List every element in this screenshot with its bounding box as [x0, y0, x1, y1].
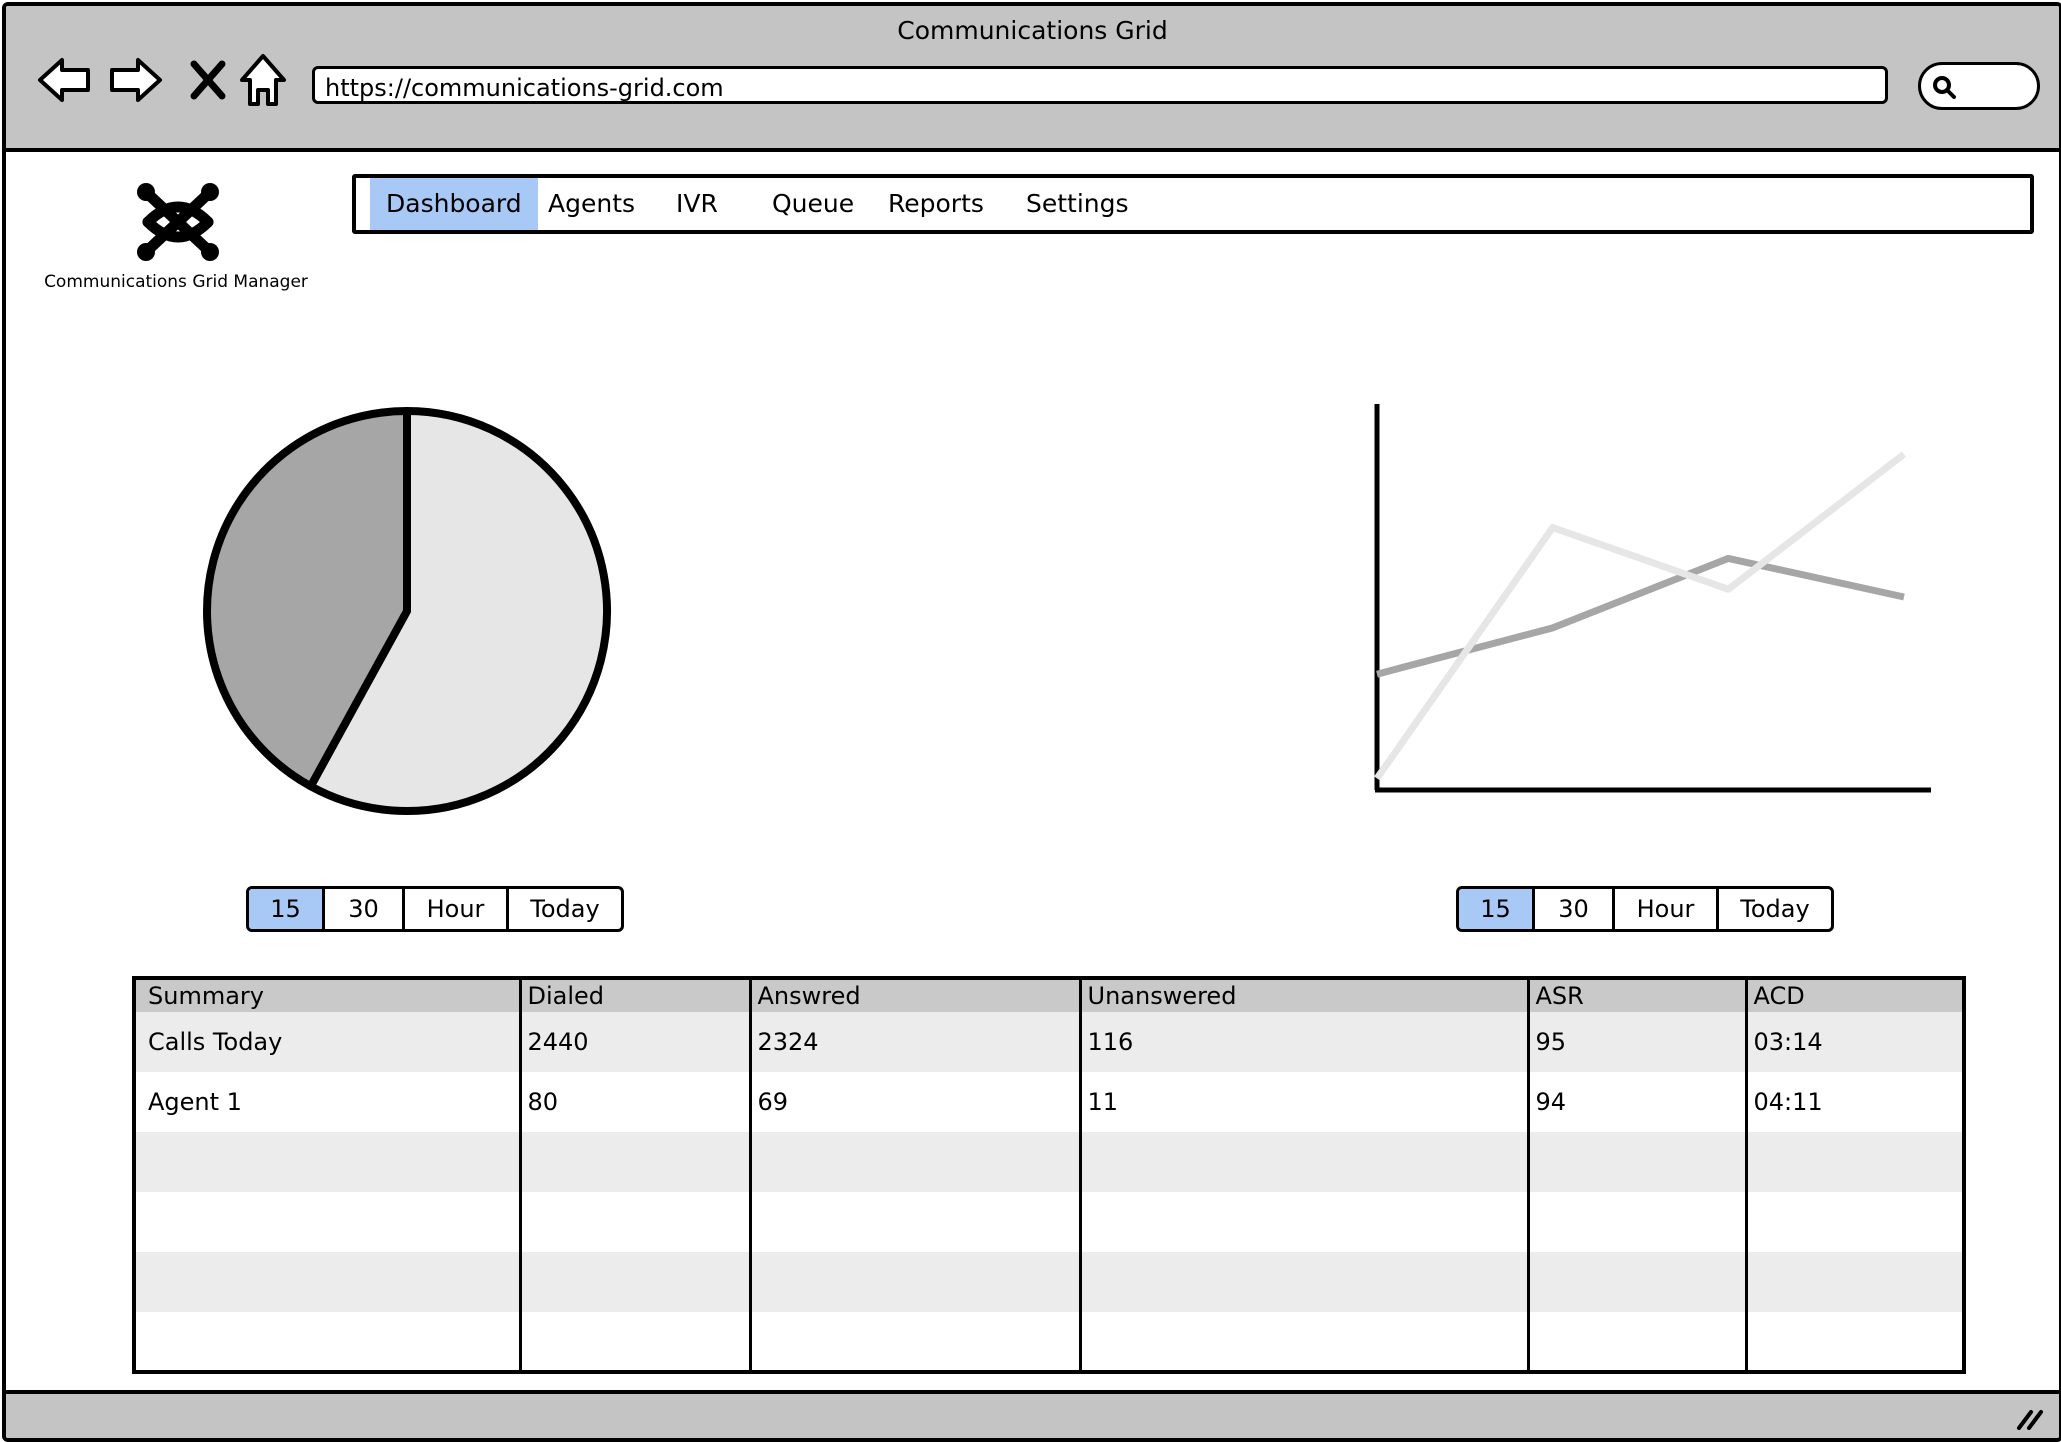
- pie-chart: [192, 396, 622, 830]
- table-cell: Calls Today: [148, 1028, 283, 1056]
- browser-statusbar: [6, 1390, 2059, 1438]
- range-hour-button[interactable]: Hour: [1615, 889, 1719, 929]
- summary-table: Summary Dialed Answred Unanswered ASR AC…: [132, 976, 1966, 1374]
- menu-item-agents[interactable]: Agents: [532, 178, 651, 230]
- line-series: [1376, 554, 1905, 678]
- table-header-row: Summary Dialed Answred Unanswered ASR AC…: [134, 978, 1964, 1012]
- menu-item-settings[interactable]: Settings: [1010, 178, 1145, 230]
- table-cell: [134, 1132, 520, 1192]
- range-30-button[interactable]: 30: [325, 889, 405, 929]
- browser-search-box[interactable]: [1918, 62, 2040, 110]
- table-cell: 94: [1526, 1072, 1746, 1132]
- table-cell: [518, 1252, 750, 1312]
- table-cell: 2440: [518, 1012, 750, 1072]
- browser-titlebar: Communications Grid https://communicatio…: [6, 6, 2059, 152]
- table-cell: 95: [1526, 1012, 1746, 1072]
- time-range-selector-left: 15 30 Hour Today: [246, 886, 624, 932]
- table-cell: Agent 1: [148, 1088, 242, 1116]
- table-cell: [1078, 1252, 1528, 1312]
- table-cell: [1078, 1132, 1528, 1192]
- app-logo-icon: [134, 178, 224, 270]
- main-menu: Dashboard Agents IVR Queue Reports Setti…: [352, 174, 2034, 234]
- url-bar[interactable]: https://communications-grid.com: [312, 66, 1888, 104]
- range-today-button[interactable]: Today: [509, 889, 621, 929]
- menu-item-reports[interactable]: Reports: [872, 178, 1000, 230]
- table-cell: 116: [1078, 1012, 1528, 1072]
- column-header-acd: ACD: [1744, 978, 1964, 1012]
- menu-item-queue[interactable]: Queue: [756, 178, 870, 230]
- table-row[interactable]: [134, 1192, 1964, 1252]
- table-cell: 2324: [748, 1012, 1080, 1072]
- table-cell: [1078, 1312, 1528, 1372]
- forward-arrow-icon[interactable]: [106, 52, 166, 108]
- table-cell: [1526, 1252, 1746, 1312]
- window-title: Communications Grid: [897, 16, 1168, 45]
- table-row[interactable]: [134, 1252, 1964, 1312]
- table-row[interactable]: [134, 1312, 1964, 1372]
- table-cell: [1078, 1192, 1528, 1252]
- range-today-button[interactable]: Today: [1719, 889, 1831, 929]
- table-cell: [134, 1312, 520, 1372]
- column-header-asr: ASR: [1526, 978, 1746, 1012]
- table-cell: [518, 1132, 750, 1192]
- browser-window: Communications Grid https://communicatio…: [2, 2, 2061, 1442]
- range-15-button[interactable]: 15: [249, 889, 325, 929]
- table-row[interactable]: [134, 1132, 1964, 1192]
- column-header-unanswered: Unanswered: [1078, 978, 1528, 1012]
- range-15-button[interactable]: 15: [1459, 889, 1535, 929]
- table-cell: [134, 1252, 520, 1312]
- table-cell: [1744, 1132, 1964, 1192]
- time-range-selector-right: 15 30 Hour Today: [1456, 886, 1834, 932]
- close-icon[interactable]: [186, 52, 230, 108]
- table-cell: [748, 1132, 1080, 1192]
- table-cell: [1744, 1192, 1964, 1252]
- table-cell: 11: [1078, 1072, 1528, 1132]
- table-cell: 80: [518, 1072, 750, 1132]
- table-cell: 69: [748, 1072, 1080, 1132]
- table-cell: [748, 1192, 1080, 1252]
- table-row[interactable]: Calls Today 2440 2324 116 95 03:14: [134, 1012, 1964, 1072]
- menu-item-ivr[interactable]: IVR: [660, 178, 734, 230]
- table-cell: 04:11: [1744, 1072, 1964, 1132]
- range-hour-button[interactable]: Hour: [405, 889, 509, 929]
- column-header-answered: Answred: [748, 978, 1080, 1012]
- app-caption: Communications Grid Manager: [44, 272, 308, 292]
- table-row[interactable]: Agent 1 80 69 11 94 04:11: [134, 1072, 1964, 1132]
- search-icon: [1933, 76, 1956, 99]
- back-arrow-icon[interactable]: [34, 52, 94, 108]
- table-cell: [1744, 1312, 1964, 1372]
- range-30-button[interactable]: 30: [1535, 889, 1615, 929]
- table-cell: [1526, 1192, 1746, 1252]
- table-cell: 03:14: [1744, 1012, 1964, 1072]
- table-cell: [748, 1252, 1080, 1312]
- menu-item-dashboard[interactable]: Dashboard: [370, 178, 538, 230]
- resize-grip-icon[interactable]: [2015, 1406, 2045, 1434]
- table-cell: [518, 1312, 750, 1372]
- table-cell: [518, 1192, 750, 1252]
- table-cell: [1526, 1312, 1746, 1372]
- table-cell: [134, 1192, 520, 1252]
- column-header-dialed: Dialed: [518, 978, 750, 1012]
- line-series: [1374, 451, 1907, 781]
- table-cell: [1744, 1252, 1964, 1312]
- table-cell: [1526, 1132, 1746, 1192]
- table-cell: [748, 1312, 1080, 1372]
- home-icon[interactable]: [238, 52, 288, 108]
- column-header-summary: Summary: [148, 982, 264, 1010]
- line-chart: [1356, 394, 1936, 808]
